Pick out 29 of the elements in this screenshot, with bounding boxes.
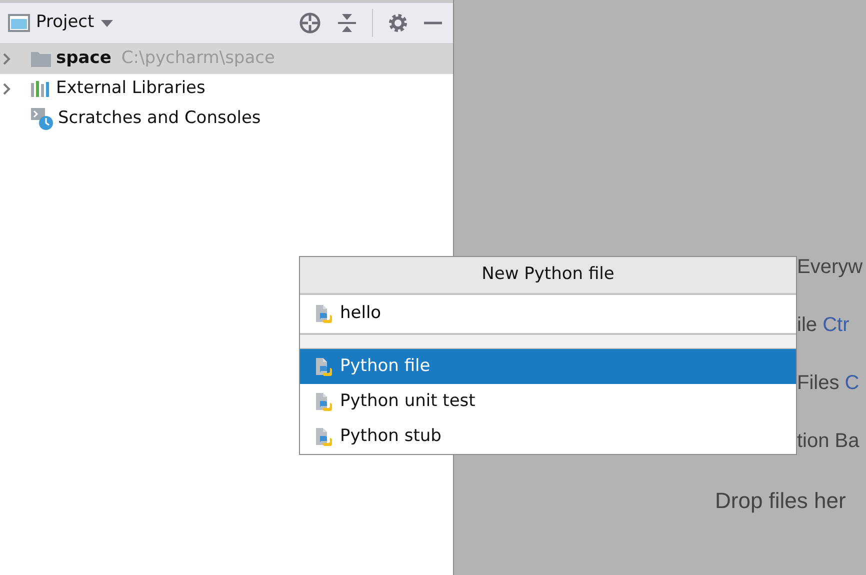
python-file-icon bbox=[314, 392, 334, 412]
file-type-item[interactable]: Python file bbox=[300, 349, 796, 384]
scratches-icon bbox=[30, 107, 54, 131]
folder-icon bbox=[30, 50, 52, 68]
folder-path: C:\pycharm\space bbox=[121, 47, 275, 70]
tree-item[interactable]: space C:\pycharm\space bbox=[0, 44, 453, 74]
tree-item[interactable]: Scratches and Consoles bbox=[0, 104, 453, 134]
editor-hint: tion Ba bbox=[797, 430, 860, 452]
tree-item[interactable]: External Libraries bbox=[0, 74, 453, 104]
chevron-icon[interactable] bbox=[2, 52, 12, 66]
python-file-icon bbox=[314, 356, 334, 376]
editor-hint: Everyw bbox=[797, 256, 863, 278]
file-name-field[interactable]: hello bbox=[340, 301, 796, 327]
editor-hint: ile Ctr bbox=[797, 314, 850, 336]
editor-hint: Drop files her bbox=[715, 488, 846, 513]
editor-hint: Files C bbox=[797, 372, 860, 394]
file-type-item[interactable]: Python stub bbox=[300, 419, 796, 454]
file-type-item[interactable]: Python unit test bbox=[300, 384, 796, 419]
window-icon bbox=[8, 14, 30, 32]
panel-title[interactable]: Project bbox=[36, 10, 94, 36]
settings-icon[interactable] bbox=[387, 12, 409, 34]
python-file-icon bbox=[314, 304, 334, 324]
popup-title: New Python file bbox=[482, 263, 614, 286]
target-icon[interactable] bbox=[298, 11, 322, 35]
dropdown-caret-icon[interactable] bbox=[100, 18, 114, 28]
libraries-icon bbox=[30, 80, 52, 98]
python-file-icon bbox=[314, 426, 334, 446]
collapse-icon[interactable] bbox=[336, 12, 358, 34]
chevron-icon[interactable] bbox=[2, 82, 12, 96]
